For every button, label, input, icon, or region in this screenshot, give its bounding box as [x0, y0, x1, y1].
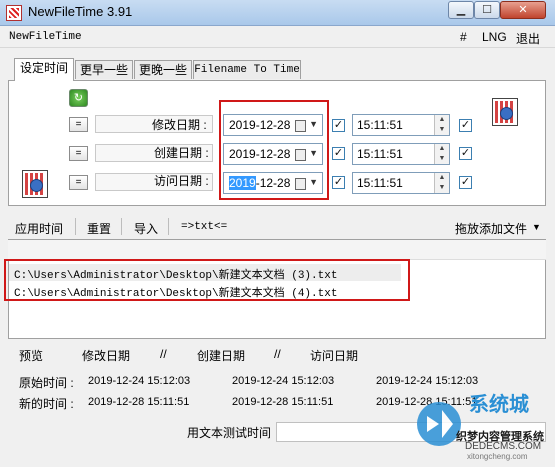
original-time-label: 原始时间 :: [19, 376, 74, 390]
preview-accessed-header: 访问日期: [310, 349, 359, 363]
created-time-checkbox[interactable]: ✓: [459, 147, 472, 160]
title-bar: NewFileTime 3.91 ▁ ☐ ✕: [0, 0, 555, 26]
refresh-icon[interactable]: ↻: [69, 89, 88, 107]
file-list-header: [8, 240, 546, 260]
menu-language[interactable]: LNG: [482, 30, 507, 44]
preview-modified-header: 修改日期: [82, 349, 131, 363]
app-icon: [6, 5, 22, 21]
created-date-label: 创建日期 :: [154, 146, 209, 160]
preview-label: 预览: [19, 349, 44, 363]
watermark-text-3: DEDECMS.COM: [465, 441, 542, 452]
minimize-button[interactable]: ▁: [448, 1, 474, 19]
new-modified: 2019-12-28 15:11:51: [88, 396, 190, 408]
watermark-text-4: xitongcheng.com: [467, 452, 528, 461]
created-date-checkbox[interactable]: ✓: [332, 147, 345, 160]
files-highlight-box: [4, 259, 410, 301]
accessed-time-checkbox[interactable]: ✓: [459, 176, 472, 189]
chevron-down-icon[interactable]: ▼: [532, 222, 541, 232]
time-spinner[interactable]: ▲ ▼: [434, 173, 449, 193]
watermark-logo: 系统城 织梦内容管理系统 DEDECMS.COM xitongcheng.com: [409, 386, 555, 464]
tab-set-time[interactable]: 设定时间: [14, 58, 74, 81]
original-modified: 2019-12-24 15:12:03: [88, 375, 191, 387]
tab-earlier[interactable]: 更早一些: [75, 60, 133, 79]
clock-calendar-icon[interactable]: [492, 98, 518, 126]
date-highlight-box: [219, 100, 329, 200]
equal-button-modified[interactable]: =: [69, 117, 88, 132]
modified-date-checkbox[interactable]: ✓: [332, 119, 345, 132]
reset-button[interactable]: 重置: [87, 220, 111, 237]
import-button[interactable]: 导入: [134, 220, 158, 237]
close-button[interactable]: ✕: [500, 1, 546, 19]
test-text-label: 用文本测试时间: [187, 426, 272, 440]
modified-date-label: 修改日期 :: [152, 118, 207, 132]
menu-bar: NewFileTime # LNG 退出: [0, 26, 555, 48]
new-created: 2019-12-28 15:11:51: [232, 396, 334, 408]
maximize-button[interactable]: ☐: [474, 1, 500, 19]
original-created: 2019-12-24 15:12:03: [232, 375, 335, 387]
preview-sep: //: [274, 347, 281, 361]
equal-button-created[interactable]: =: [69, 146, 88, 161]
modified-time-input[interactable]: 15:11:51 ▲ ▼: [352, 114, 450, 136]
time-spinner[interactable]: ▲ ▼: [434, 115, 449, 135]
preview-sep: //: [160, 347, 167, 361]
tab-filename-to-time[interactable]: Filename To Time: [193, 60, 301, 79]
apply-time-button[interactable]: 应用时间: [15, 220, 63, 237]
time-spinner[interactable]: ▲ ▼: [434, 144, 449, 164]
drag-add-files-button[interactable]: 拖放添加文件: [455, 220, 527, 237]
new-time-label: 新的时间 :: [19, 397, 74, 411]
export-txt-button[interactable]: =>txt<=: [181, 221, 227, 233]
accessed-date-checkbox[interactable]: ✓: [332, 176, 345, 189]
clock-calendar-icon-left[interactable]: [22, 170, 48, 198]
menu-exit[interactable]: 退出: [516, 30, 540, 47]
equal-button-accessed[interactable]: =: [69, 175, 88, 190]
menu-hash[interactable]: #: [460, 30, 467, 44]
window-title: NewFileTime 3.91: [28, 4, 133, 19]
created-time-input[interactable]: 15:11:51 ▲ ▼: [352, 143, 450, 165]
preview-created-header: 创建日期: [197, 349, 246, 363]
accessed-time-input[interactable]: 15:11:51 ▲ ▼: [352, 172, 450, 194]
toolbar: 应用时间 重置 导入 =>txt<= 拖放添加文件 ▼: [0, 213, 555, 238]
menu-app[interactable]: NewFileTime: [9, 31, 82, 43]
watermark-text-1: 系统城: [469, 394, 529, 416]
modified-time-checkbox[interactable]: ✓: [459, 119, 472, 132]
tab-later[interactable]: 更晚一些: [134, 60, 192, 79]
accessed-date-label: 访问日期 :: [154, 174, 209, 188]
